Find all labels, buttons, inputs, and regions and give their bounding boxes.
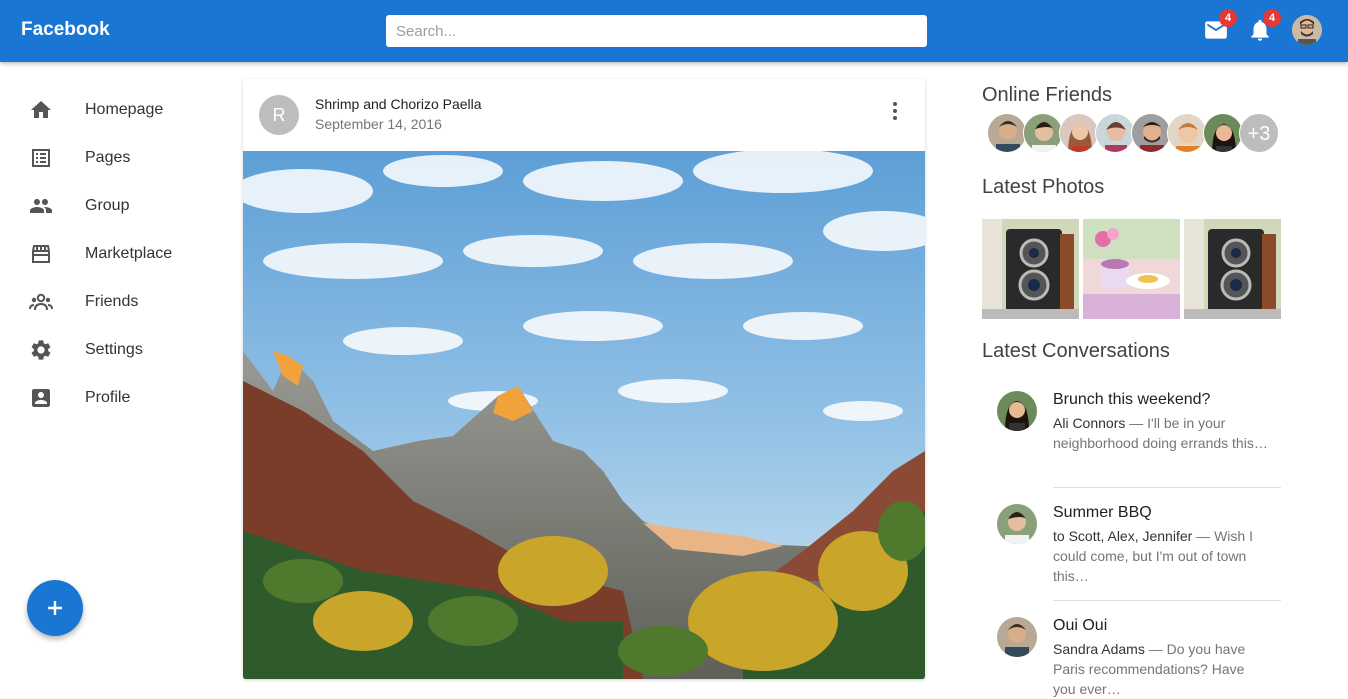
post-card: R Shrimp and Chorizo Paella September 14… — [243, 79, 925, 679]
friend-avatar[interactable] — [1167, 113, 1207, 153]
plus-icon — [48, 601, 62, 615]
conversation-title: Brunch this weekend? — [1053, 391, 1211, 408]
conversation-avatar — [997, 504, 1037, 544]
mail-badge: 4 — [1219, 9, 1237, 27]
online-friends-heading: Online Friends — [982, 84, 1113, 106]
more-friends-button[interactable]: +3 — [1239, 113, 1279, 153]
nav-item-profile[interactable]: Profile — [0, 374, 220, 422]
conversation-sender: Ali Connors — [1053, 415, 1126, 431]
home-icon — [31, 101, 51, 118]
friend-avatar[interactable] — [1203, 113, 1243, 153]
settings-icon — [31, 340, 51, 360]
divider — [1053, 600, 1281, 601]
nav-label: Homepage — [85, 101, 164, 118]
friend-avatar[interactable] — [1023, 113, 1063, 153]
friend-avatar[interactable] — [1131, 113, 1171, 153]
more-vert-icon — [893, 102, 897, 120]
post-image — [243, 151, 925, 679]
store-icon — [32, 245, 50, 263]
nav-label: Settings — [85, 341, 143, 358]
notifications-badge: 4 — [1263, 9, 1281, 27]
nav-item-settings[interactable]: Settings — [0, 326, 220, 374]
group-icon — [30, 199, 52, 213]
nav-label: Group — [85, 197, 130, 214]
mail-button[interactable]: 4 — [1203, 9, 1237, 43]
conversation-avatar — [997, 617, 1037, 657]
latest-photos-heading: Latest Photos — [982, 176, 1105, 198]
nav-item-pages[interactable]: Pages — [0, 134, 220, 182]
left-nav: Homepage Pages Group Marketplace Friends… — [0, 86, 220, 422]
user-avatar[interactable] — [1292, 15, 1322, 45]
nav-label: Pages — [85, 149, 131, 166]
nav-item-friends[interactable]: Friends — [0, 278, 220, 326]
post-date: September 14, 2016 — [315, 116, 442, 132]
nav-item-group[interactable]: Group — [0, 182, 220, 230]
nav-item-marketplace[interactable]: Marketplace — [0, 230, 220, 278]
photo-thumbnail[interactable] — [982, 219, 1079, 319]
conversation-sender: to Scott, Alex, Jennifer — [1053, 528, 1193, 544]
notifications-button[interactable]: 4 — [1247, 9, 1281, 43]
conversation-preview: Sandra Adams — Do you have Paris recomme… — [1053, 639, 1268, 699]
post-menu-button[interactable] — [883, 99, 907, 123]
brand-logo[interactable]: Facebook — [21, 19, 110, 41]
divider — [1053, 487, 1281, 488]
profile-icon — [32, 389, 50, 407]
friend-avatar[interactable] — [1059, 113, 1099, 153]
conversation-sender: Sandra Adams — [1053, 641, 1145, 657]
search-input[interactable] — [386, 15, 927, 47]
nav-label: Friends — [85, 293, 139, 310]
nav-item-homepage[interactable]: Homepage — [0, 86, 220, 134]
conversation-preview: to Scott, Alex, Jennifer — Wish I could … — [1053, 526, 1268, 586]
nav-label: Marketplace — [85, 245, 173, 262]
friend-avatar[interactable] — [1095, 113, 1135, 153]
conversation-title: Summer BBQ — [1053, 504, 1152, 521]
post-title: Shrimp and Chorizo Paella — [315, 96, 482, 112]
post-avatar[interactable]: R — [259, 95, 299, 135]
friend-avatar[interactable] — [987, 113, 1027, 153]
photo-thumbnail[interactable] — [1083, 219, 1180, 319]
conversation-title: Oui Oui — [1053, 617, 1108, 634]
pages-icon — [32, 149, 50, 167]
friends-icon — [29, 293, 53, 311]
latest-conversations-heading: Latest Conversations — [982, 340, 1170, 362]
conversation-preview: Ali Connors — I'll be in your neighborho… — [1053, 413, 1268, 453]
nav-label: Profile — [85, 389, 131, 406]
app-bar: Facebook 4 4 — [0, 0, 1348, 62]
conversation-avatar — [997, 391, 1037, 431]
add-button[interactable] — [27, 580, 83, 636]
photo-thumbnail[interactable] — [1184, 219, 1281, 319]
